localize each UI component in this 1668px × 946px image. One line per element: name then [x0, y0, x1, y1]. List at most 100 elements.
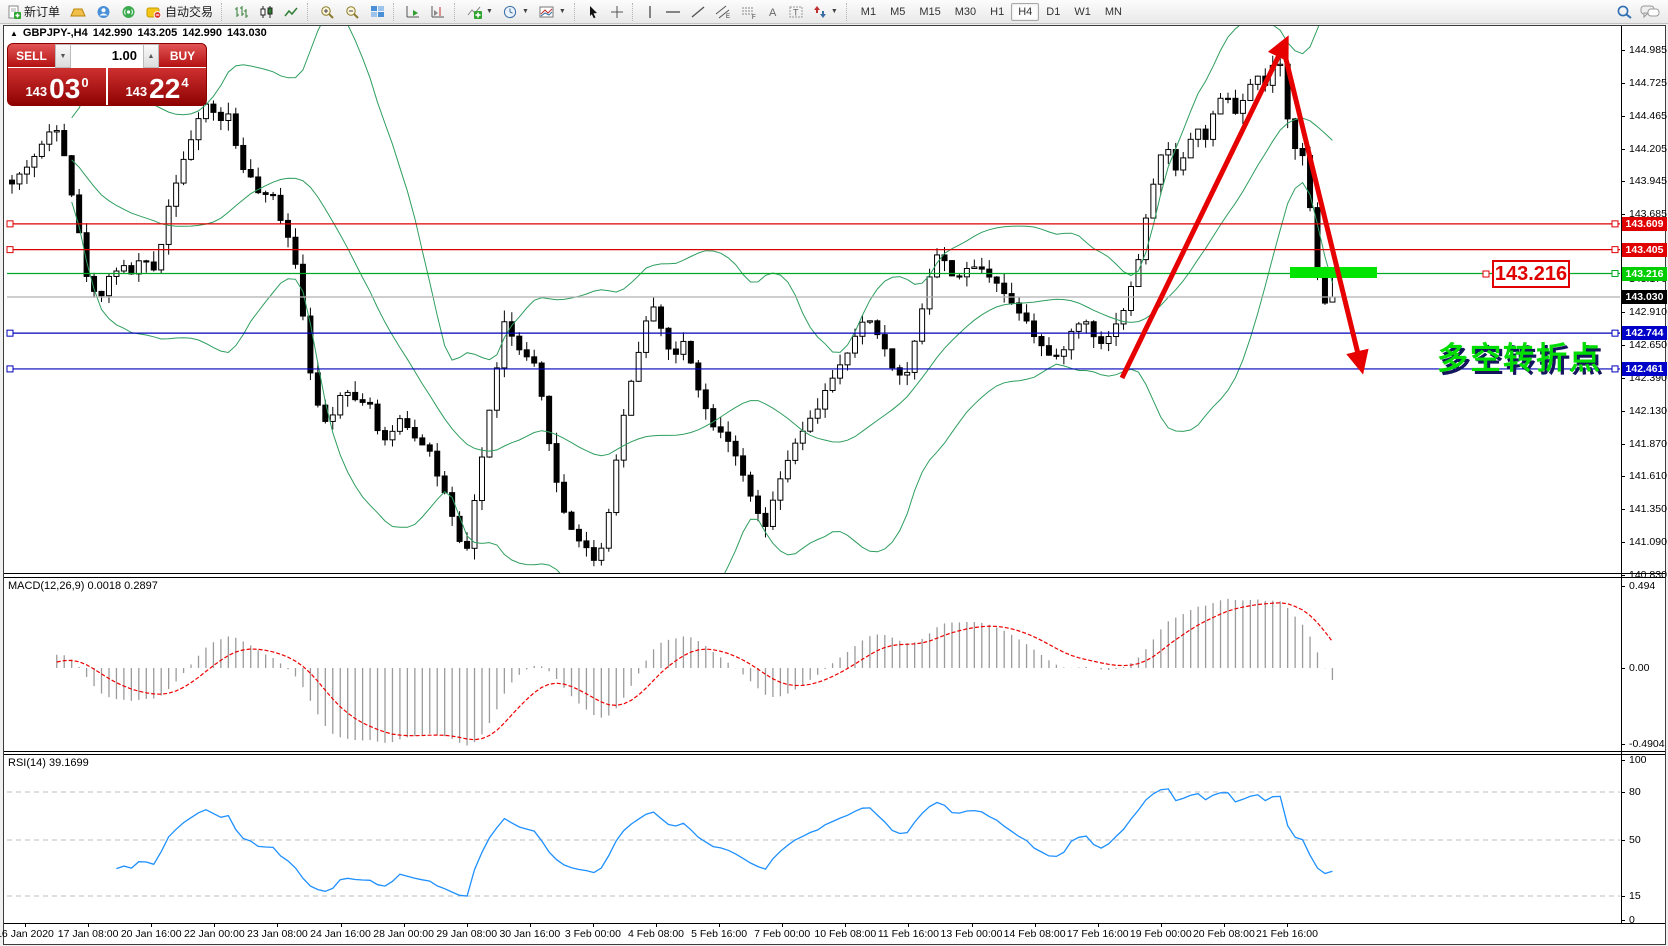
macd-tick: 0.00: [1629, 662, 1649, 674]
volume-increase-button[interactable]: ▲: [143, 44, 159, 68]
auto-scroll-button[interactable]: [401, 1, 426, 23]
date-tick-mark: [593, 923, 594, 927]
signals-button[interactable]: [116, 1, 141, 23]
signal-icon: [121, 5, 136, 19]
cursor-tool-button[interactable]: [582, 1, 605, 23]
text-label-tool-button[interactable]: T: [784, 1, 808, 23]
date-tick-mark: [1224, 923, 1225, 927]
periods-button[interactable]: ▼: [498, 1, 534, 23]
date-tick-label: 10 Feb 08:00: [814, 928, 876, 940]
turning-point-annotation[interactable]: 多空转折点: [1437, 333, 1602, 378]
bid-price[interactable]: 143 03 0: [8, 68, 108, 105]
zoom-out-button[interactable]: [340, 1, 365, 23]
trendline-tool-button[interactable]: [686, 1, 710, 23]
price-tick-mark: [1621, 542, 1625, 543]
toolbar-separator: [632, 3, 637, 21]
chart-shift-button[interactable]: [426, 1, 451, 23]
chat-icon[interactable]: [1640, 4, 1660, 20]
date-tick-label: 19 Feb 00:00: [1130, 928, 1192, 940]
date-tick-label: 21 Feb 16:00: [1256, 928, 1318, 940]
text-label-icon: T: [789, 5, 803, 19]
main-toolbar: 新订单 自动交易 ▼ ▼: [0, 0, 1668, 24]
pane-separator[interactable]: [4, 751, 1665, 752]
timeframe-button-mn[interactable]: MN: [1098, 3, 1129, 21]
date-tick-mark: [25, 923, 26, 927]
toolbar-separator: [846, 3, 851, 21]
timeframe-button-m5[interactable]: M5: [883, 3, 912, 21]
volume-input[interactable]: 1.00: [71, 44, 143, 68]
line-chart-type-button[interactable]: [279, 1, 304, 23]
price-tick-mark: [1621, 411, 1625, 412]
date-tick-mark: [845, 923, 846, 927]
date-tick-mark: [972, 923, 973, 927]
symbol-period-label: GBPJPY-,H4: [23, 27, 88, 39]
price-tick: 143.945: [1629, 175, 1667, 187]
timeframe-button-d1[interactable]: D1: [1039, 3, 1067, 21]
date-tick-mark: [151, 923, 152, 927]
indicators-caret: ▼: [486, 8, 493, 15]
date-tick-label: 23 Jan 08:00: [247, 928, 308, 940]
fibonacci-tool-button[interactable]: F: [736, 1, 762, 23]
bid-point: 0: [81, 75, 88, 90]
timeframe-button-w1[interactable]: W1: [1067, 3, 1098, 21]
vertical-line-tool-button[interactable]: [640, 1, 660, 23]
bar-chart-icon: [234, 5, 249, 19]
date-tick-mark: [88, 923, 89, 927]
price-tick-mark: [1621, 509, 1625, 510]
ask-price[interactable]: 143 22 4: [108, 68, 206, 105]
indicators-icon: [467, 5, 482, 19]
community-button[interactable]: [91, 1, 116, 23]
price-tick-mark: [1621, 444, 1625, 445]
horizontal-line-tool-button[interactable]: [660, 1, 686, 23]
new-order-button[interactable]: 新订单: [2, 1, 65, 23]
timeframe-button-m15[interactable]: M15: [912, 3, 947, 21]
pane-separator[interactable]: [4, 754, 1665, 755]
text-tool-button[interactable]: A: [762, 1, 784, 23]
channel-icon: E: [715, 5, 731, 19]
timeframe-button-h1[interactable]: H1: [983, 3, 1011, 21]
auto-trading-button[interactable]: 自动交易: [141, 1, 218, 23]
ask-big-figure: 143: [125, 84, 147, 99]
date-tick-mark: [467, 923, 468, 927]
arrows-tool-button[interactable]: ▼: [808, 1, 843, 23]
timeframe-button-m30[interactable]: M30: [948, 3, 983, 21]
tile-windows-button[interactable]: [365, 1, 390, 23]
one-click-trade-panel: SELL ▼ 1.00 ▲ BUY 143 03 0 143 22 4: [8, 44, 206, 105]
date-tick-label: 22 Jan 00:00: [184, 928, 245, 940]
search-icon[interactable]: [1616, 4, 1634, 20]
timeframe-button-h4[interactable]: H4: [1011, 3, 1039, 21]
indicators-button[interactable]: ▼: [462, 1, 498, 23]
price-label-box: 143.030: [1622, 290, 1667, 304]
sell-button[interactable]: SELL: [8, 44, 55, 68]
timeframe-button-m1[interactable]: M1: [854, 3, 883, 21]
price-label-box: 142.744: [1622, 326, 1667, 340]
trade-panel-collapse-icon[interactable]: ▲: [10, 29, 18, 38]
bar-chart-type-button[interactable]: [229, 1, 254, 23]
price-tick: 141.610: [1629, 470, 1667, 482]
chart-window[interactable]: [3, 25, 1666, 945]
channel-tool-button[interactable]: E: [710, 1, 736, 23]
text-icon: A: [767, 5, 779, 19]
pane-separator[interactable]: [4, 573, 1665, 574]
vertical-line-icon: [645, 5, 655, 19]
crosshair-tool-button[interactable]: [605, 1, 629, 23]
fibonacci-icon: F: [741, 5, 757, 19]
close-value: 143.030: [227, 27, 267, 39]
volume-decrease-button[interactable]: ▼: [55, 44, 71, 68]
toolbar-separator: [574, 3, 579, 21]
price-callout-box[interactable]: 143.216: [1492, 260, 1570, 288]
candlestick-type-button[interactable]: [254, 1, 279, 23]
buy-button[interactable]: BUY: [159, 44, 206, 68]
date-tick-label: 20 Jan 16:00: [121, 928, 182, 940]
date-tick-mark: [530, 923, 531, 927]
date-tick-mark: [719, 923, 720, 927]
price-tick: 141.350: [1629, 503, 1667, 515]
zoom-in-button[interactable]: [315, 1, 340, 23]
date-tick-label: 29 Jan 08:00: [436, 928, 497, 940]
candlestick-icon: [259, 5, 274, 19]
macd-tick: -0.4904: [1629, 738, 1665, 750]
templates-button[interactable]: ▼: [534, 1, 571, 23]
pane-separator[interactable]: [4, 577, 1665, 578]
auto-scroll-icon: [406, 5, 421, 19]
market-button[interactable]: [65, 1, 91, 23]
